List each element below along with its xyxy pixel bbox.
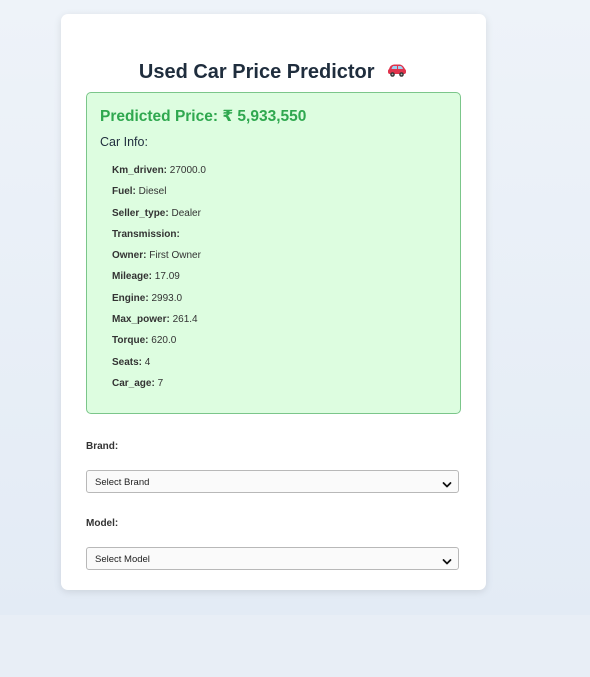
- page-title-row: Used Car Price Predictor: [61, 61, 486, 85]
- car-info-heading: Car Info:: [100, 135, 148, 149]
- info-item-engine: Engine: 2993.0: [112, 292, 183, 304]
- brand-select-value: Select Brand: [95, 477, 150, 488]
- car-info-list: Km_driven: 27000.0 Fuel: Diesel Seller_t…: [112, 160, 206, 394]
- info-item-torque: Torque: 620.0: [112, 335, 177, 347]
- predictor-card: Used Car Price Predictor Predicted Price…: [61, 14, 486, 590]
- page-title: Used Car Price Predictor: [138, 61, 375, 83]
- predicted-price: Predicted Price: ₹ 5,933,550: [100, 108, 307, 125]
- model-label: Model:: [86, 518, 119, 529]
- model-select[interactable]: Select Model: [86, 547, 459, 570]
- model-select-value: Select Model: [95, 554, 150, 565]
- info-item-mileage: Mileage: 17.09: [112, 271, 180, 283]
- brand-label: Brand:: [86, 441, 119, 452]
- info-item-transmission: Transmission:: [112, 228, 180, 240]
- info-item-fuel: Fuel: Diesel: [112, 186, 167, 198]
- info-item-max-power: Max_power: 261.4: [112, 314, 198, 326]
- info-item-owner: Owner: First Owner: [112, 250, 201, 262]
- page-background-bottom: [0, 615, 590, 677]
- info-item-car-age: Car_age: 7: [112, 377, 164, 389]
- prediction-result: Predicted Price: ₹ 5,933,550 Car Info: K…: [86, 92, 461, 414]
- chevron-down-icon: [442, 554, 452, 565]
- brand-select[interactable]: Select Brand: [86, 470, 459, 493]
- car-icon: [386, 61, 408, 85]
- info-item-km-driven: Km_driven: 27000.0: [112, 165, 206, 176]
- info-item-seats: Seats: 4: [112, 356, 151, 368]
- chevron-down-icon: [442, 477, 452, 488]
- info-item-seller-type: Seller_type: Dealer: [112, 207, 201, 219]
